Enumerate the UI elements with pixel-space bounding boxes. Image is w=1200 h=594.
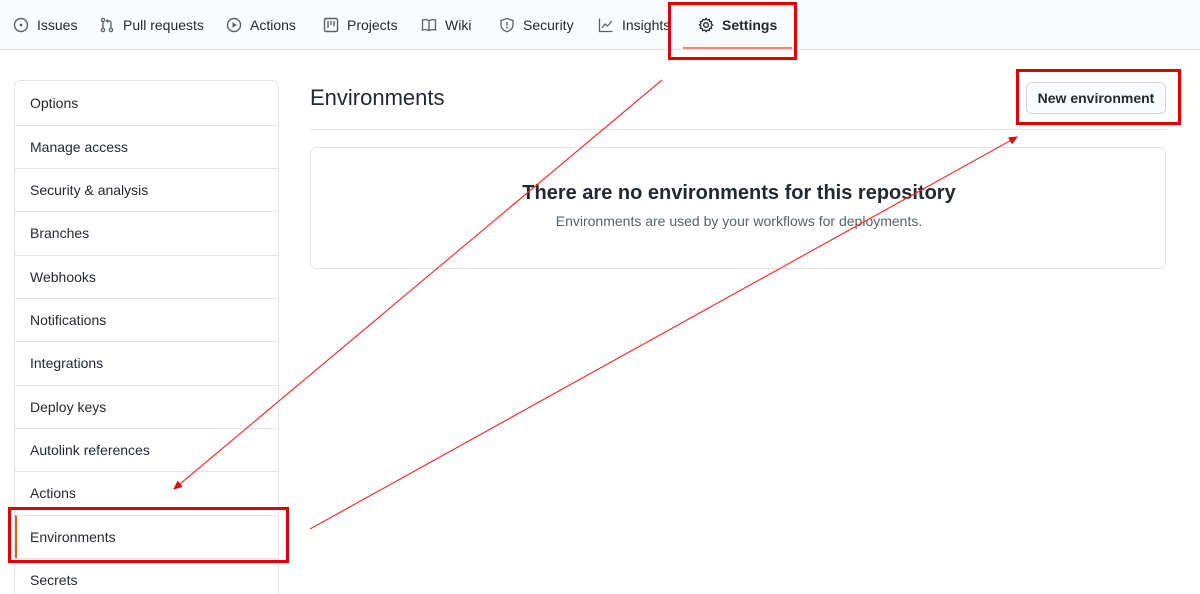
tab-label: Issues [37, 17, 78, 33]
sidebar-item-label: Deploy keys [30, 399, 107, 415]
empty-state-title: There are no environments for this repos… [522, 182, 956, 204]
book-icon [421, 17, 437, 33]
gear-icon [698, 17, 714, 33]
tab-label: Wiki [445, 17, 472, 33]
sidebar-item-label: Environments [30, 529, 116, 545]
repo-nav: Issues Pull requests Actions Projects Wi… [0, 0, 1200, 50]
tab-settings[interactable]: Settings [682, 0, 793, 50]
sidebar-item-label: Integrations [30, 355, 104, 371]
sidebar-item-integrations[interactable]: Integrations [15, 341, 278, 384]
project-icon [323, 17, 339, 33]
shield-icon [499, 17, 515, 33]
tab-wiki[interactable]: Wiki [421, 0, 471, 50]
new-environment-button[interactable]: New environment [1026, 82, 1166, 114]
tab-label: Actions [250, 17, 296, 33]
tab-actions[interactable]: Actions [226, 0, 296, 50]
sidebar-item-label: Branches [30, 225, 90, 241]
sidebar-item-autolink-references[interactable]: Autolink references [15, 428, 278, 471]
sidebar-item-label: Actions [30, 485, 76, 501]
title-divider [310, 129, 1166, 130]
git-pull-request-icon [99, 17, 115, 33]
sidebar-item-label: Notifications [30, 312, 107, 328]
sidebar-item-label: Options [30, 94, 79, 111]
sidebar-item-webhooks[interactable]: Webhooks [15, 255, 278, 298]
graph-icon [598, 17, 614, 33]
sidebar-item-label: Autolink references [30, 442, 150, 458]
tab-pull-requests[interactable]: Pull requests [99, 0, 204, 50]
tab-label: Pull requests [123, 17, 204, 33]
tab-security[interactable]: Security [499, 0, 574, 50]
page-title: Environments [310, 85, 445, 110]
sidebar-item-label: Webhooks [30, 269, 96, 285]
sidebar-item-notifications[interactable]: Notifications [15, 298, 278, 341]
tab-projects[interactable]: Projects [323, 0, 398, 50]
issue-opened-icon [13, 17, 29, 33]
sidebar-item-label: Security & analysis [30, 182, 149, 198]
sidebar-item-label: Secrets [30, 572, 78, 588]
tab-insights[interactable]: Insights [598, 0, 670, 50]
sidebar-item-label: Manage access [30, 139, 129, 155]
sidebar-item-deploy-keys[interactable]: Deploy keys [15, 385, 278, 428]
play-icon [226, 17, 242, 33]
sidebar-item-actions[interactable]: Actions [15, 471, 278, 514]
tab-label: Settings [722, 17, 778, 33]
empty-state: There are no environments for this repos… [310, 147, 1166, 269]
sidebar-item-branches[interactable]: Branches [15, 211, 278, 254]
sidebar-item-options[interactable]: Options [15, 81, 278, 124]
sidebar-item-manage-access[interactable]: Manage access [15, 125, 278, 168]
tab-label: Security [523, 17, 574, 33]
sidebar-item-environments[interactable]: Environments [15, 515, 278, 558]
tab-label: Projects [347, 17, 398, 33]
tab-issues[interactable]: Issues [13, 0, 77, 50]
settings-sidebar: Options Manage access Security & analysi… [14, 80, 279, 594]
sidebar-item-secrets[interactable]: Secrets [15, 558, 278, 594]
tab-label: Insights [622, 17, 671, 33]
sidebar-item-security-analysis[interactable]: Security & analysis [15, 168, 278, 211]
empty-state-description: Environments are used by your workflows … [555, 213, 923, 229]
